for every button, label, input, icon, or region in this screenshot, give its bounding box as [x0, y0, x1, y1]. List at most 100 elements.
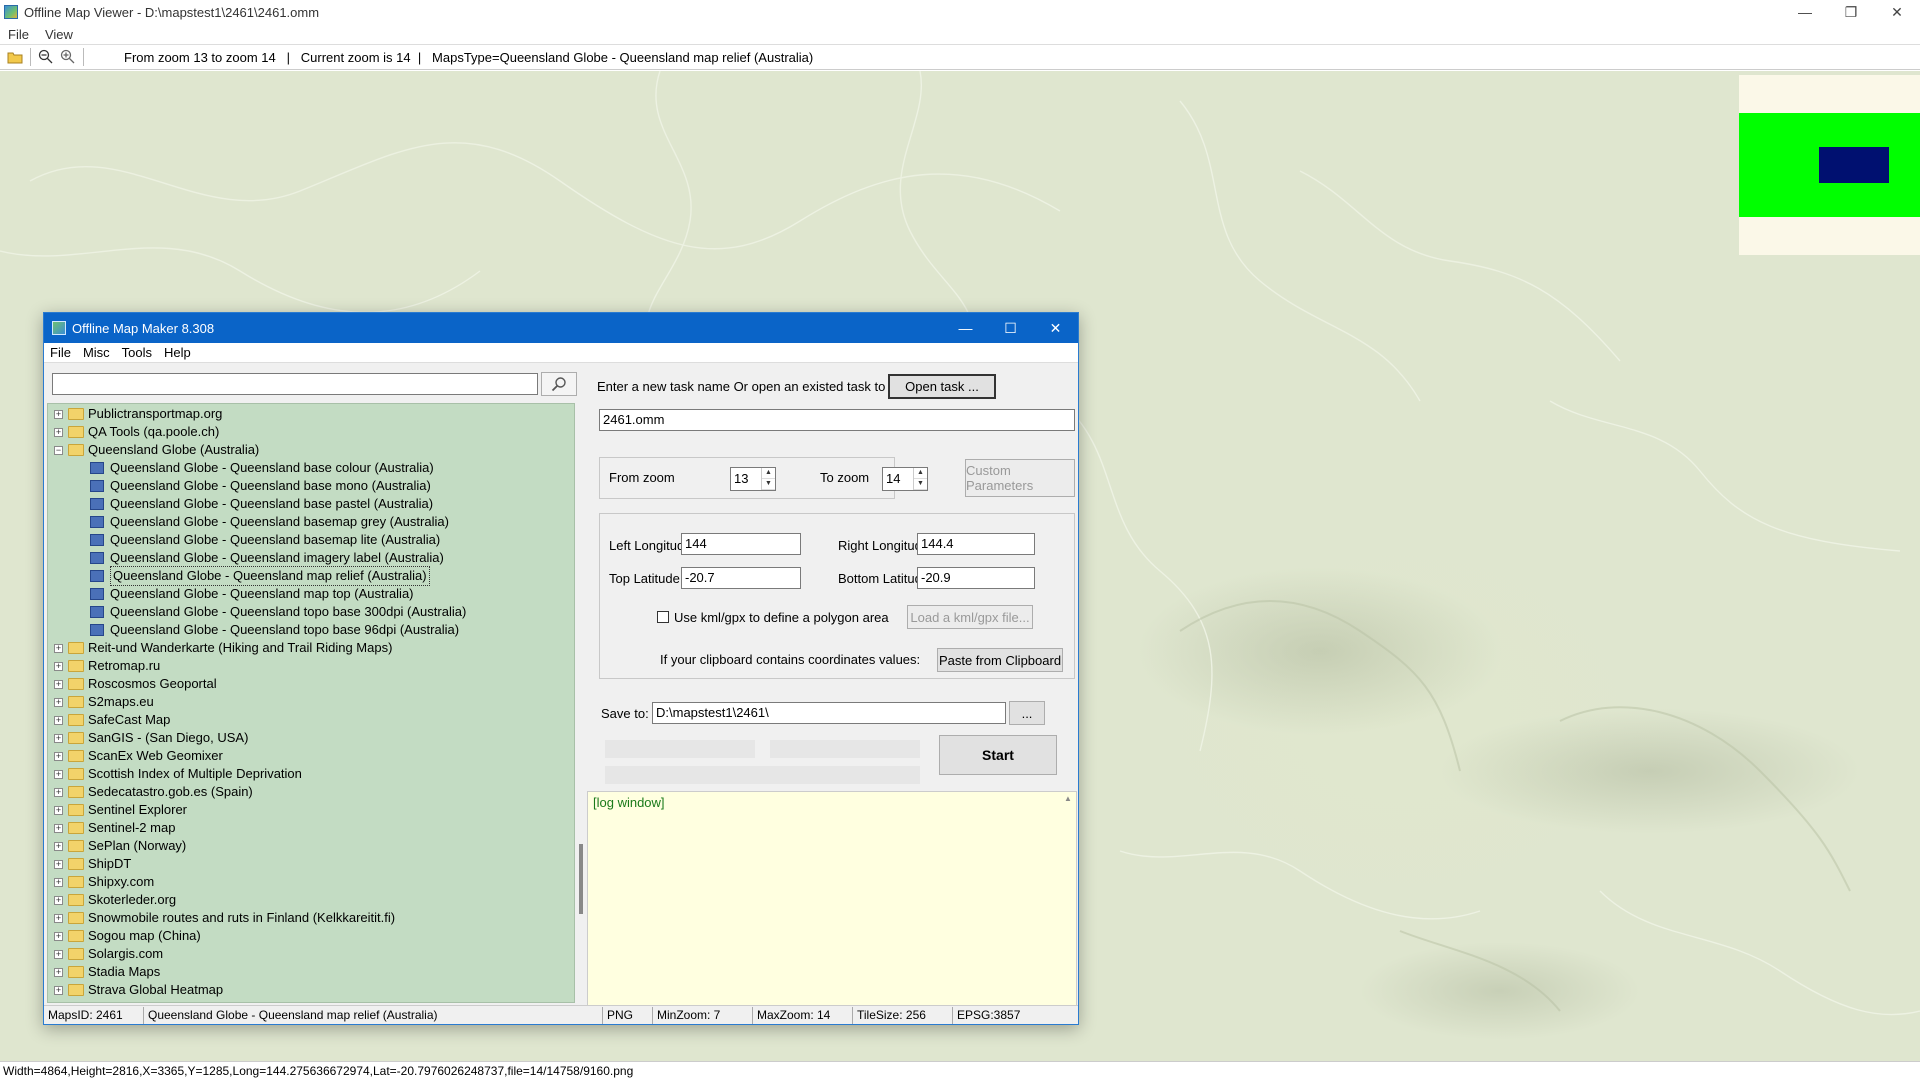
expand-icon[interactable]: +	[54, 787, 63, 797]
zoom-in-icon[interactable]	[57, 46, 79, 68]
tree-folder-item[interactable]: + Scottish Index of Multiple Deprivation	[48, 765, 574, 783]
tree-folder-item[interactable]: + SanGIS - (San Diego, USA)	[48, 729, 574, 747]
tree-map-item[interactable]: Queensland Globe - Queensland topo base …	[48, 621, 574, 639]
maker-menu-misc[interactable]: Misc	[77, 345, 116, 360]
menu-view[interactable]: View	[37, 27, 81, 42]
tree-map-item[interactable]: Queensland Globe - Queensland map relief…	[48, 566, 574, 586]
expand-icon[interactable]: +	[54, 985, 63, 995]
expand-icon[interactable]: +	[54, 697, 63, 707]
save-path-input[interactable]: D:\mapstest1\2461\	[652, 702, 1006, 724]
chevron-down-icon[interactable]: ▼	[914, 479, 927, 490]
expand-icon[interactable]: +	[54, 769, 63, 779]
tree-map-item[interactable]: Queensland Globe - Queensland map top (A…	[48, 585, 574, 603]
tree-folder-item[interactable]: + Sentinel Explorer	[48, 801, 574, 819]
custom-parameters-button[interactable]: Custom Parameters	[965, 459, 1075, 497]
tree-folder-item[interactable]: + ScanEx Web Geomixer	[48, 747, 574, 765]
tree-folder-item[interactable]: + Sedecatastro.gob.es (Spain)	[48, 783, 574, 801]
expand-icon[interactable]: +	[54, 715, 63, 725]
task-name-input[interactable]: 2461.omm	[599, 409, 1075, 431]
tree-map-item[interactable]: Queensland Globe - Queensland base mono …	[48, 477, 574, 495]
expand-icon[interactable]: +	[54, 913, 63, 923]
expand-icon[interactable]: +	[54, 733, 63, 743]
viewer-window-buttons: — ❐ ✕	[1782, 0, 1920, 24]
expand-icon[interactable]: +	[54, 823, 63, 833]
expand-icon[interactable]: +	[54, 877, 63, 887]
log-scrollbar[interactable]: ▲	[1060, 792, 1076, 1010]
menu-file[interactable]: File	[0, 27, 37, 42]
maker-minimize-button[interactable]: —	[943, 313, 988, 343]
kml-checkbox[interactable]	[657, 611, 669, 623]
tree-folder-item[interactable]: + Roscosmos Geoportal	[48, 675, 574, 693]
tree-folder-item[interactable]: + Solargis.com	[48, 945, 574, 963]
tree-folder-item[interactable]: + Sogou map (China)	[48, 927, 574, 945]
expand-icon[interactable]: +	[54, 931, 63, 941]
expand-icon[interactable]: +	[54, 967, 63, 977]
from-zoom-spinner[interactable]: 13 ▲ ▼	[730, 467, 776, 491]
maker-close-button[interactable]: ✕	[1033, 313, 1078, 343]
minimize-button[interactable]: —	[1782, 0, 1828, 24]
load-kml-button[interactable]: Load a kml/gpx file...	[907, 605, 1033, 629]
bottom-latitude-input[interactable]: -20.9	[917, 567, 1035, 589]
tree-folder-item[interactable]: + Stadia Maps	[48, 963, 574, 981]
chevron-up-icon[interactable]: ▲	[1060, 794, 1076, 803]
expand-icon[interactable]: +	[54, 679, 63, 689]
minimap-viewport[interactable]	[1819, 147, 1889, 183]
browse-button[interactable]: ...	[1009, 701, 1045, 725]
to-zoom-spinner[interactable]: 14 ▲ ▼	[882, 467, 928, 491]
tree-scrollbar-thumb[interactable]	[579, 844, 583, 914]
expand-icon[interactable]: +	[54, 895, 63, 905]
tree-folder-item[interactable]: + Snowmobile routes and ruts in Finland (…	[48, 909, 574, 927]
chevron-up-icon[interactable]: ▲	[762, 468, 775, 479]
tree-folder-item[interactable]: + Strava Global Heatmap	[48, 981, 574, 999]
tree-folder-item[interactable]: + Sentinel-2 map	[48, 819, 574, 837]
left-longitude-input[interactable]: 144	[681, 533, 801, 555]
open-folder-icon[interactable]	[4, 46, 26, 68]
expand-icon[interactable]: +	[54, 751, 63, 761]
expand-icon[interactable]: +	[54, 949, 63, 959]
start-button[interactable]: Start	[939, 735, 1057, 775]
right-longitude-input[interactable]: 144.4	[917, 533, 1035, 555]
maps-search-input[interactable]	[52, 373, 538, 395]
expand-icon[interactable]: +	[54, 643, 63, 653]
chevron-down-icon[interactable]: ▼	[762, 479, 775, 490]
tree-folder-item[interactable]: + ShipDT	[48, 855, 574, 873]
overview-minimap[interactable]	[1739, 75, 1920, 255]
paste-clipboard-button[interactable]: Paste from Clipboard	[937, 648, 1063, 672]
maker-menu-file[interactable]: File	[44, 345, 77, 360]
maker-menu-tools[interactable]: Tools	[116, 345, 158, 360]
expand-icon[interactable]: +	[54, 409, 63, 419]
tree-map-item[interactable]: Queensland Globe - Queensland basemap li…	[48, 531, 574, 549]
tree-map-item[interactable]: Queensland Globe - Queensland imagery la…	[48, 549, 574, 567]
zoom-out-icon[interactable]	[35, 46, 57, 68]
search-button[interactable]	[541, 372, 577, 396]
log-window[interactable]: [log window] ▲	[587, 791, 1077, 1010]
restore-button[interactable]: ❐	[1828, 0, 1874, 24]
tree-folder-item[interactable]: + SafeCast Map	[48, 711, 574, 729]
tree-folder-item[interactable]: − Queensland Globe (Australia)	[48, 441, 574, 459]
expand-icon[interactable]: +	[54, 427, 63, 437]
collapse-icon[interactable]: −	[54, 445, 63, 455]
tree-map-item[interactable]: Queensland Globe - Queensland base paste…	[48, 495, 574, 513]
open-task-button[interactable]: Open task ...	[888, 374, 996, 399]
tree-folder-item[interactable]: + Publictransportmap.org	[48, 405, 574, 423]
tree-map-item[interactable]: Queensland Globe - Queensland base colou…	[48, 459, 574, 477]
maker-maximize-button[interactable]: ☐	[988, 313, 1033, 343]
tree-map-item[interactable]: Queensland Globe - Queensland topo base …	[48, 603, 574, 621]
tree-folder-item[interactable]: + QA Tools (qa.poole.ch)	[48, 423, 574, 441]
tree-folder-item[interactable]: + Reit-und Wanderkarte (Hiking and Trail …	[48, 639, 574, 657]
maker-menu-help[interactable]: Help	[158, 345, 197, 360]
tree-folder-item[interactable]: + Retromap.ru	[48, 657, 574, 675]
tree-folder-item[interactable]: + SePlan (Norway)	[48, 837, 574, 855]
chevron-up-icon[interactable]: ▲	[914, 468, 927, 479]
top-latitude-input[interactable]: -20.7	[681, 567, 801, 589]
tree-folder-item[interactable]: + Shipxy.com	[48, 873, 574, 891]
close-button[interactable]: ✕	[1874, 0, 1920, 24]
expand-icon[interactable]: +	[54, 841, 63, 851]
expand-icon[interactable]: +	[54, 805, 63, 815]
maps-tree[interactable]: + Publictransportmap.org + QA Tools (qa.poo…	[47, 403, 575, 1003]
expand-icon[interactable]: +	[54, 859, 63, 869]
expand-icon[interactable]: +	[54, 661, 63, 671]
tree-folder-item[interactable]: + S2maps.eu	[48, 693, 574, 711]
tree-folder-item[interactable]: + Skoterleder.org	[48, 891, 574, 909]
tree-map-item[interactable]: Queensland Globe - Queensland basemap gr…	[48, 513, 574, 531]
